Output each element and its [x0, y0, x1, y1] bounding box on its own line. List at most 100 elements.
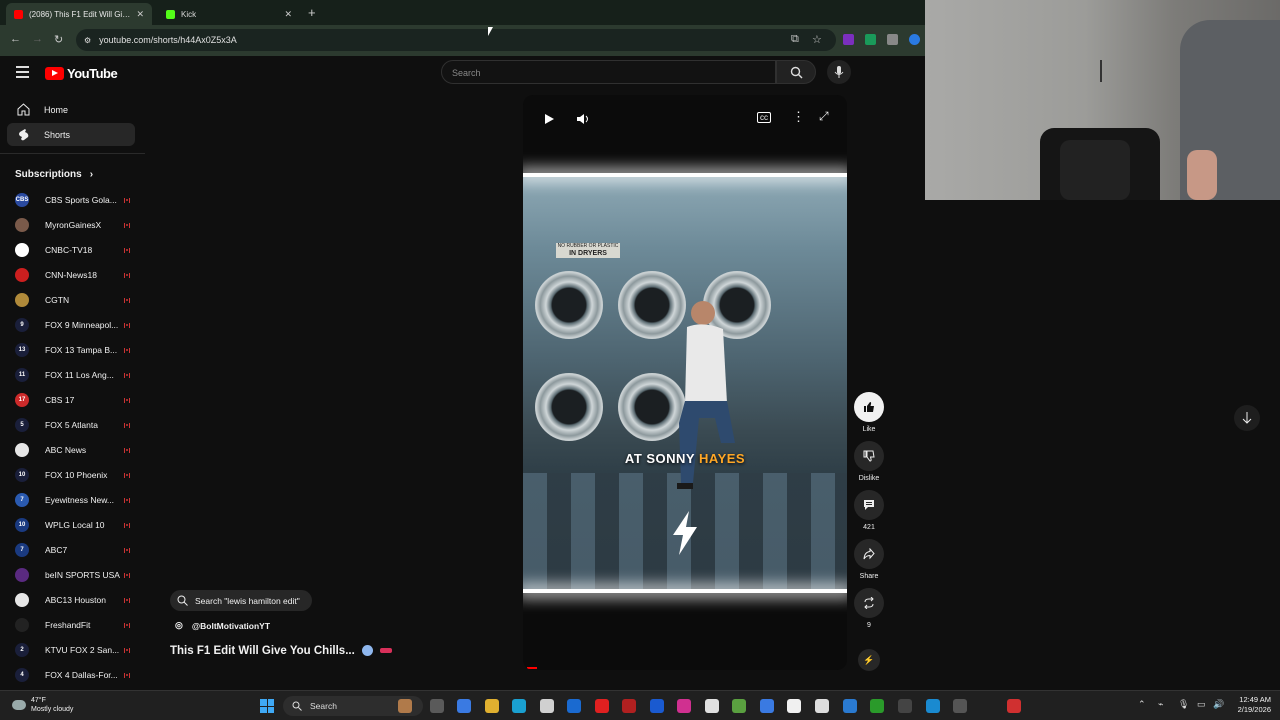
youtube-logo[interactable]: YouTube — [45, 66, 118, 81]
subscription-item[interactable]: beIN SPORTS USA — [15, 567, 130, 583]
extension-k-icon[interactable] — [843, 34, 854, 45]
store-icon[interactable] — [540, 699, 554, 713]
file-explorer-icon[interactable] — [485, 699, 499, 713]
subscription-item[interactable]: 7 ABC7 — [15, 542, 130, 558]
instagram-icon[interactable] — [677, 699, 691, 713]
subscription-item[interactable]: FreshandFit — [15, 617, 130, 633]
remix-button[interactable]: 9 — [851, 588, 887, 629]
voice-search-button[interactable] — [827, 60, 851, 84]
like-button[interactable]: Like — [851, 392, 887, 433]
play-icon[interactable] — [543, 113, 555, 125]
microphone-icon[interactable]: 🎙 — [1178, 699, 1189, 710]
display-icon[interactable]: ▭ — [1197, 699, 1206, 710]
video-title[interactable]: This F1 Edit Will Give You Chills... — [170, 645, 393, 657]
subscription-item[interactable]: 4 FOX 4 Dallas-For... — [15, 667, 130, 683]
dislike-button[interactable]: Dislike — [851, 441, 887, 482]
clock-date: 2/19/2026 — [1237, 705, 1271, 714]
epic-icon[interactable] — [926, 699, 940, 713]
extension-blue-icon[interactable] — [909, 34, 920, 45]
subscription-item[interactable]: 17 CBS 17 — [15, 392, 130, 408]
tab-youtube[interactable]: (2086) This F1 Edit Will Give Yo ✕ — [6, 3, 152, 25]
subscription-item[interactable]: 9 FOX 9 Minneapol... — [15, 317, 130, 333]
edge-icon[interactable] — [512, 699, 526, 713]
tray-overflow-icon[interactable]: ⌃ — [1138, 699, 1146, 710]
shorts-player[interactable]: cc ⋮ ⤢ NO RUBBER OR PLASTIC IN DRYERS AT… — [523, 95, 847, 670]
close-tab-icon[interactable]: ✕ — [284, 9, 292, 20]
sidebar-item-shorts[interactable]: Shorts — [7, 123, 135, 146]
steam-icon[interactable] — [870, 699, 884, 713]
progress-bar[interactable] — [527, 667, 537, 669]
amazon-icon[interactable] — [787, 699, 801, 713]
more-options-icon[interactable]: ⋮ — [792, 109, 805, 125]
back-icon[interactable]: ← — [10, 33, 21, 45]
subscription-item[interactable]: CBS CBS Sports Gola... — [15, 192, 130, 208]
bookmark-star-icon[interactable]: ☆ — [812, 33, 822, 46]
system-clock[interactable]: 12:49 AM 2/19/2026 — [1225, 695, 1271, 715]
app-icon[interactable] — [815, 699, 829, 713]
photos-icon[interactable] — [760, 699, 774, 713]
volume-icon[interactable] — [576, 113, 590, 125]
youtube-app-icon[interactable] — [595, 699, 609, 713]
menu-icon[interactable] — [16, 66, 29, 81]
file-manager-icon[interactable] — [430, 699, 444, 713]
subscription-item[interactable]: ABC13 Houston — [15, 592, 130, 608]
subscription-item[interactable]: CGTN — [15, 292, 130, 308]
start-button[interactable] — [260, 699, 274, 713]
washing-machine — [535, 373, 603, 441]
subscription-item[interactable]: CNN-News18 — [15, 267, 130, 283]
network-off-icon[interactable]: ⌁ — [1158, 699, 1163, 710]
subscription-item[interactable]: 11 FOX 11 Los Ang... — [15, 367, 130, 383]
address-bar-row: ← → ↻ ⚙ youtube.com/shorts/h44Ax0Z5x3A ⧉… — [0, 25, 925, 56]
share-button[interactable]: Share — [851, 539, 887, 580]
channel-avatar-icon — [15, 618, 29, 632]
copilot-icon[interactable] — [457, 699, 471, 713]
reload-icon[interactable]: ↻ — [54, 33, 63, 46]
extension-green-icon[interactable] — [865, 34, 876, 45]
subscription-item[interactable]: 10 WPLG Local 10 — [15, 517, 130, 533]
install-app-icon[interactable]: ⧉ — [791, 33, 799, 46]
telegram-icon[interactable] — [953, 699, 967, 713]
subscriptions-heading[interactable]: Subscriptions › — [15, 169, 93, 180]
gaming-icon[interactable] — [732, 699, 746, 713]
channel-link[interactable]: ◎ @BoltMotivationYT — [175, 620, 315, 631]
related-search-chip[interactable]: Search "lewis hamilton edit" — [170, 590, 312, 611]
sidebar-item-home[interactable]: Home — [7, 98, 135, 121]
weather-condition: Mostly cloudy — [31, 706, 74, 713]
url-bar[interactable]: ⚙ youtube.com/shorts/h44Ax0Z5x3A — [76, 29, 836, 51]
facebook-icon[interactable] — [650, 699, 664, 713]
subscription-item[interactable]: 10 FOX 10 Phoenix — [15, 467, 130, 483]
site-info-icon[interactable]: ⚙ — [84, 36, 91, 45]
new-tab-button[interactable]: + — [308, 5, 316, 20]
subscription-item[interactable]: CNBC-TV18 — [15, 242, 130, 258]
fullscreen-icon[interactable]: ⤢ — [819, 109, 829, 124]
captions-icon[interactable]: cc — [757, 112, 771, 123]
channel-avatar-button[interactable]: ⚡ — [851, 649, 887, 675]
subscription-name: Eyewitness New... — [45, 495, 114, 505]
search-input[interactable]: Search — [441, 60, 776, 84]
netflix-icon[interactable] — [622, 699, 636, 713]
forward-icon[interactable]: → — [32, 33, 43, 45]
streamer-arm — [1187, 150, 1217, 200]
notes-icon[interactable] — [705, 699, 719, 713]
speaker-icon[interactable]: 🔊 — [1213, 699, 1224, 710]
subscription-name: ABC7 — [45, 545, 68, 555]
close-tab-icon[interactable]: ✕ — [136, 9, 144, 20]
subscription-item[interactable]: 13 FOX 13 Tampa B... — [15, 342, 130, 358]
extension-gray-icon[interactable] — [887, 34, 898, 45]
subscription-item[interactable]: MyronGainesX — [15, 217, 130, 233]
mail-icon[interactable] — [567, 699, 581, 713]
chat-icon[interactable] — [843, 699, 857, 713]
subscription-item[interactable]: 5 FOX 5 Atlanta — [15, 417, 130, 433]
search-button[interactable] — [776, 60, 816, 84]
comments-button[interactable]: 421 — [851, 490, 887, 531]
tab-kick[interactable]: Kick ✕ — [158, 3, 300, 25]
weather-app-icon[interactable] — [398, 699, 412, 713]
nvidia-icon[interactable] — [898, 699, 912, 713]
subscription-item[interactable]: 2 KTVU FOX 2 San... — [15, 642, 130, 658]
subscriptions-label: Subscriptions — [15, 169, 82, 180]
weather-widget[interactable]: 47°F Mostly cloudy — [12, 696, 73, 714]
subscription-item[interactable]: 7 Eyewitness New... — [15, 492, 130, 508]
next-short-button[interactable] — [1234, 405, 1260, 431]
subscription-item[interactable]: ABC News — [15, 442, 130, 458]
chrome-icon[interactable] — [1007, 699, 1021, 713]
